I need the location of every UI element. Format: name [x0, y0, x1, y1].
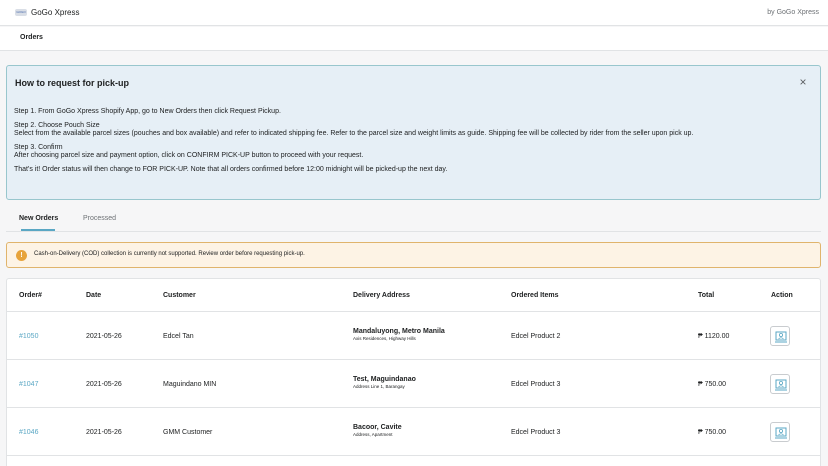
- pickup-instructions-banner: How to request for pick-up × Step 1. Fro…: [6, 65, 821, 200]
- request-pickup-button[interactable]: [770, 422, 790, 442]
- ordered-items: Edcel Product 2: [511, 333, 561, 340]
- ordered-items: Edcel Product 3: [511, 429, 561, 436]
- banner-footer-text: That's it! Order status will then change…: [14, 166, 448, 173]
- orders-table: Order# Date Customer Delivery Address Or…: [6, 278, 821, 466]
- customer-name: GMM Customer: [163, 429, 213, 436]
- app-title: GoGo Xpress: [31, 8, 80, 17]
- order-link[interactable]: #1050: [19, 333, 38, 340]
- ordered-items: Edcel Product 3: [511, 381, 561, 388]
- header-action: Action: [771, 292, 793, 299]
- app-byline: by GoGo Xpress: [767, 9, 819, 16]
- header-customer: Customer: [163, 292, 196, 299]
- order-total: ₱ 750.00: [698, 381, 727, 388]
- step-3-title: Step 3. Confirm: [14, 144, 63, 151]
- request-pickup-icon: [775, 379, 787, 391]
- order-total: ₱ 750.00: [698, 429, 727, 436]
- cod-warning-banner: ! Cash-on-Delivery (COD) collection is c…: [6, 242, 821, 268]
- gogo-logo-icon: GOGO: [15, 9, 27, 16]
- header-order: Order#: [19, 292, 42, 299]
- header-ordered-items: Ordered Items: [511, 292, 559, 299]
- close-icon[interactable]: ×: [796, 75, 810, 89]
- delivery-address: Test, Maguindanao Address Line 1, Barang…: [353, 376, 416, 389]
- order-total: ₱ 1120.00: [698, 333, 730, 340]
- delivery-address: Bacoor, Cavite Address, Apartment: [353, 424, 402, 437]
- app-header: GOGO GoGo Xpress by GoGo Xpress: [0, 0, 828, 26]
- request-pickup-icon: [775, 427, 787, 439]
- header-total: Total: [698, 292, 715, 299]
- table-row: #1046 2021-05-26 GMM Customer Bacoor, Ca…: [7, 407, 820, 455]
- table-row: #1047 2021-05-26 Maguindano MIN Test, Ma…: [7, 359, 820, 407]
- delivery-address: Mandaluyong, Metro Manila Axis Residence…: [353, 328, 445, 341]
- request-pickup-button[interactable]: [770, 326, 790, 346]
- address-main: Test, Maguindanao: [353, 376, 416, 383]
- step-2-body: Select from the available parcel sizes (…: [14, 130, 694, 137]
- step-3-body: After choosing parcel size and payment o…: [14, 152, 364, 159]
- table-row: [7, 455, 820, 466]
- table-row: #1050 2021-05-26 Edcel Tan Mandaluyong, …: [7, 311, 820, 359]
- banner-title: How to request for pick-up: [15, 78, 130, 88]
- step-2: Step 2. Choose Pouch Size Select from th…: [14, 122, 814, 138]
- order-link[interactable]: #1046: [19, 429, 38, 436]
- header-date: Date: [86, 292, 102, 299]
- order-link[interactable]: #1047: [19, 381, 38, 388]
- address-main: Mandaluyong, Metro Manila: [353, 328, 445, 335]
- request-pickup-icon: [775, 331, 787, 343]
- header-delivery-address: Delivery Address: [353, 292, 410, 299]
- order-date: 2021-05-26: [86, 381, 122, 388]
- order-date: 2021-05-26: [86, 429, 122, 436]
- tab-processed[interactable]: Processed: [83, 215, 116, 222]
- warning-icon: !: [16, 250, 27, 261]
- step-3: Step 3. Confirm After choosing parcel si…: [14, 144, 814, 160]
- active-tab-indicator: [21, 229, 55, 231]
- address-sub: Axis Residences, Highway Hills: [353, 336, 416, 341]
- address-main: Bacoor, Cavite: [353, 424, 402, 431]
- tab-new-orders[interactable]: New Orders: [19, 215, 58, 222]
- warning-text: Cash-on-Delivery (COD) collection is cur…: [34, 251, 305, 257]
- nav-tab-orders[interactable]: Orders: [20, 34, 43, 41]
- customer-name: Edcel Tan: [163, 333, 194, 340]
- order-tabs: New Orders Processed: [6, 209, 821, 232]
- request-pickup-button[interactable]: [770, 374, 790, 394]
- address-sub: Address Line 1, Barangay: [353, 384, 405, 389]
- address-sub: Address, Apartment: [353, 432, 393, 437]
- step-2-title: Step 2. Choose Pouch Size: [14, 122, 100, 129]
- banner-body: Step 1. From GoGo Xpress Shopify App, go…: [14, 108, 814, 182]
- order-date: 2021-05-26: [86, 333, 122, 340]
- customer-name: Maguindano MIN: [163, 381, 217, 388]
- top-navigation: Orders: [0, 27, 828, 51]
- step-1-text: Step 1. From GoGo Xpress Shopify App, go…: [14, 108, 281, 115]
